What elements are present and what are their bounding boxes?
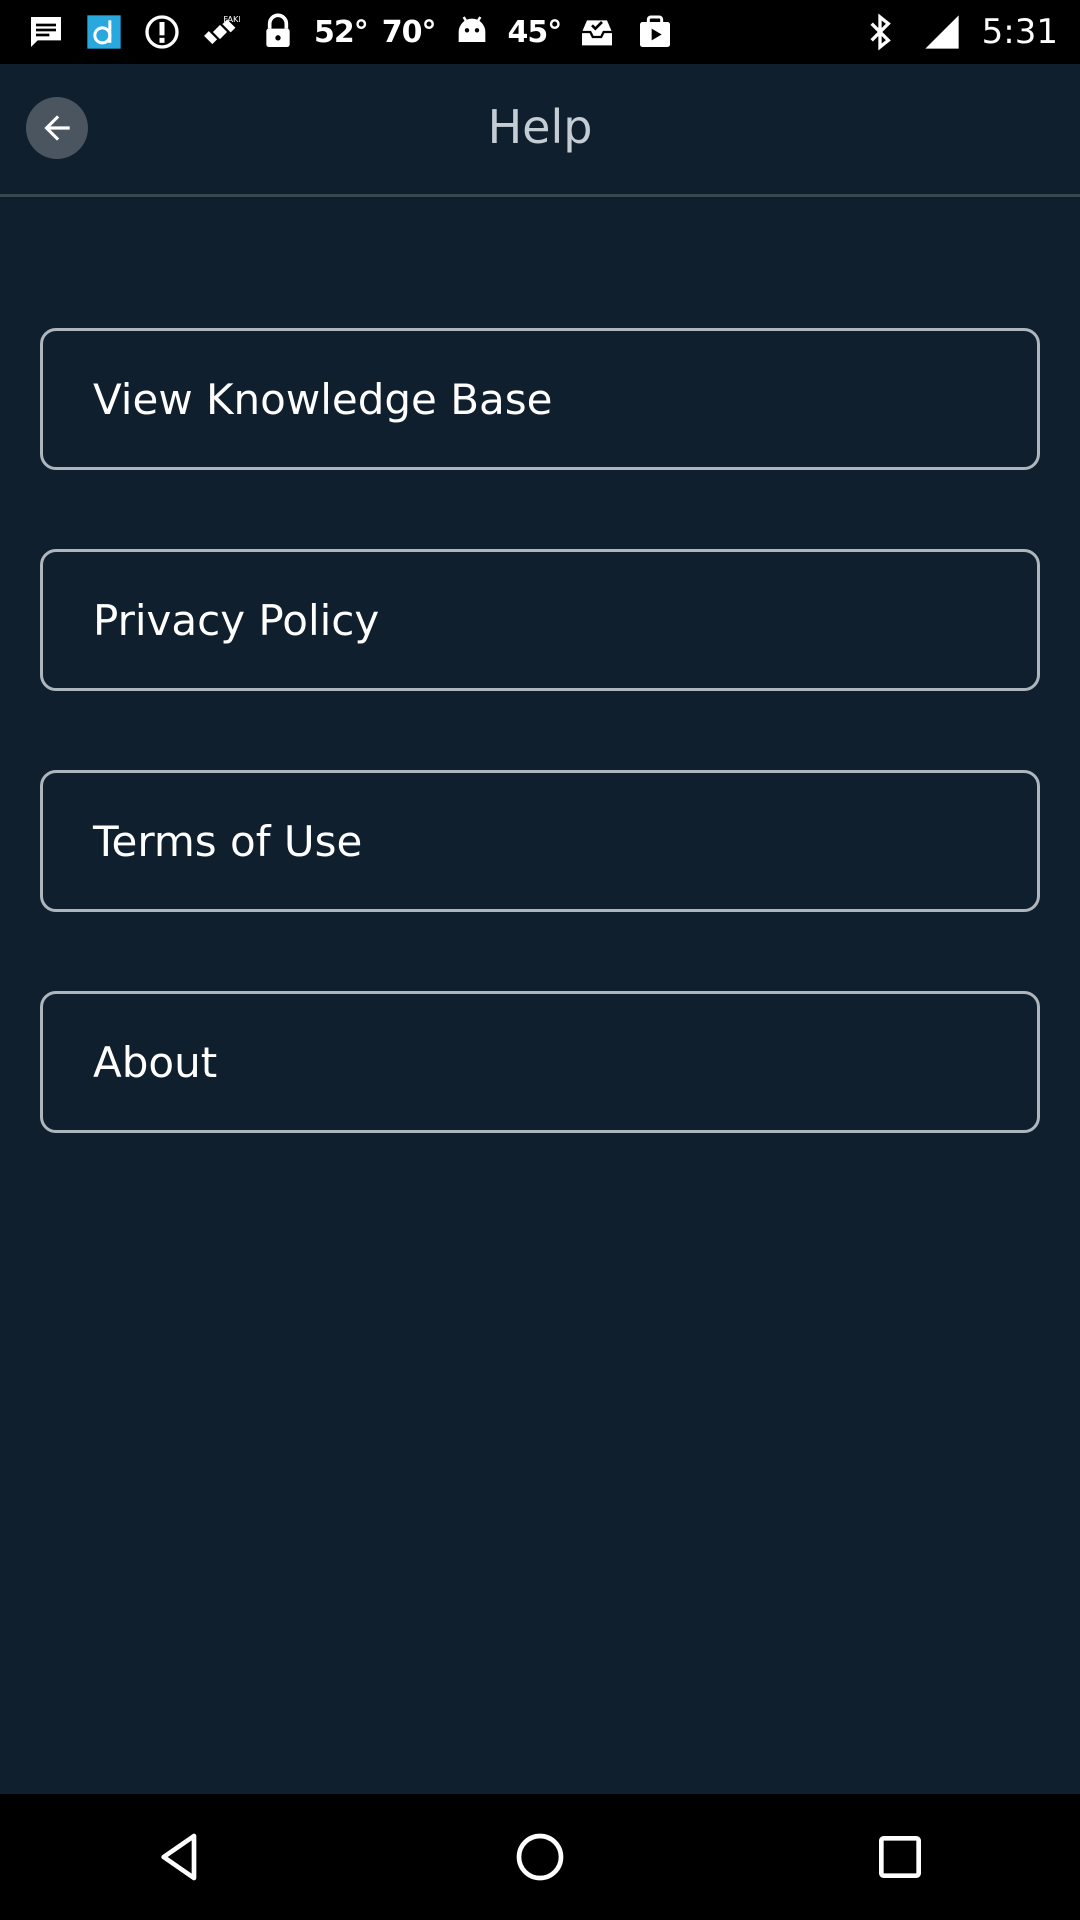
clock: 5:31 <box>981 12 1058 52</box>
android-icon <box>450 10 494 54</box>
status-bar: FAKE 52° 70° 45° 5:31 <box>0 0 1080 64</box>
info-icon <box>140 10 184 54</box>
back-triangle-icon <box>161 1833 197 1881</box>
nav-home-button[interactable] <box>480 1797 600 1917</box>
inbox-icon <box>575 10 619 54</box>
signal-icon <box>920 10 964 54</box>
recents-square-icon <box>879 1836 921 1878</box>
system-nav-bar <box>0 1794 1080 1920</box>
home-circle-icon <box>516 1833 564 1881</box>
view-knowledge-base-button[interactable]: View Knowledge Base <box>40 328 1040 470</box>
temperature-3: 45° <box>507 14 563 50</box>
terms-of-use-button[interactable]: Terms of Use <box>40 770 1040 912</box>
bluetooth-icon <box>858 10 902 54</box>
play-store-icon <box>633 10 677 54</box>
help-screen: FAKE 52° 70° 45° 5:31 <box>0 0 1080 1920</box>
status-bar-system: 5:31 <box>858 0 1080 64</box>
privacy-policy-button[interactable]: Privacy Policy <box>40 549 1040 691</box>
nav-recents-button[interactable] <box>840 1797 960 1917</box>
status-bar-notifications: FAKE 52° 70° 45° <box>0 0 677 64</box>
temperature-1: 52° <box>314 14 369 50</box>
menu-item-label: About <box>93 1037 218 1087</box>
app-d-icon <box>82 10 126 54</box>
message-icon <box>24 10 68 54</box>
help-menu-list: View Knowledge Base Privacy Policy Terms… <box>40 328 1040 1212</box>
page-title: Help <box>487 100 593 154</box>
about-button[interactable]: About <box>40 991 1040 1133</box>
temperature-2: 70° <box>381 14 437 50</box>
svg-text:FAKE: FAKE <box>223 14 240 24</box>
nav-back-button[interactable] <box>120 1797 240 1917</box>
menu-item-label: Privacy Policy <box>93 595 380 645</box>
lock-icon <box>256 10 300 54</box>
menu-item-label: View Knowledge Base <box>93 374 553 424</box>
app-bar: Help <box>0 64 1080 197</box>
menu-item-label: Terms of Use <box>93 816 363 866</box>
fake-gps-satellite-icon: FAKE <box>198 10 242 54</box>
